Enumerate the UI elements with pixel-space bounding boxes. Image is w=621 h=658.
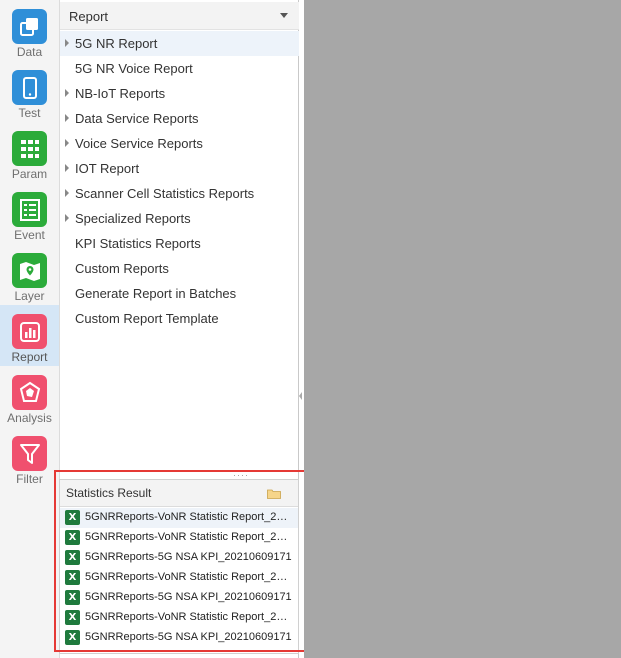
- expand-arrow-icon[interactable]: [65, 214, 69, 222]
- report-chart-icon: [12, 314, 47, 349]
- tree-item-data-service-reports[interactable]: Data Service Reports: [60, 106, 299, 131]
- result-file-name: 5GNRReports-5G NSA KPI_20210609171: [85, 591, 292, 603]
- tree-item-label: Data Service Reports: [75, 111, 199, 126]
- tree-item-label: Custom Report Template: [75, 311, 219, 326]
- expand-arrow-icon[interactable]: [65, 114, 69, 122]
- tree-item-label: Generate Report in Batches: [75, 286, 237, 301]
- splitter-grip-icon[interactable]: ····: [233, 471, 249, 480]
- excel-file-icon: X: [65, 610, 80, 625]
- excel-file-icon: X: [65, 510, 80, 525]
- left-nav-rail: Data Test Param Event Layer Report Analy…: [0, 0, 60, 658]
- tree-item-scanner-cell-statistics-reports[interactable]: Scanner Cell Statistics Reports: [60, 181, 299, 206]
- rail-item-analysis[interactable]: Analysis: [0, 366, 59, 427]
- rail-label: Filter: [16, 472, 43, 486]
- result-file-name: 5GNRReports-VoNR Statistic Report_2021: [85, 511, 293, 523]
- excel-file-icon: X: [65, 590, 80, 605]
- tree-item-iot-report[interactable]: IOT Report: [60, 156, 299, 181]
- rail-label: Event: [14, 228, 45, 242]
- rail-label: Analysis: [7, 411, 52, 425]
- tree-item-5g-nr-voice-report[interactable]: 5G NR Voice Report: [60, 56, 299, 81]
- result-file-name: 5GNRReports-VoNR Statistic Report_2021: [85, 611, 293, 623]
- folder-icon[interactable]: [267, 489, 281, 499]
- tree-item-5g-nr-report[interactable]: 5G NR Report: [60, 31, 299, 56]
- result-file-row[interactable]: X 5GNRReports-VoNR Statistic Report_2021: [60, 528, 298, 548]
- rail-item-data[interactable]: Data: [0, 0, 59, 61]
- filter-icon: [12, 436, 47, 471]
- expand-arrow-icon[interactable]: [65, 139, 69, 147]
- phone-icon: [12, 70, 47, 105]
- expand-arrow-icon[interactable]: [65, 89, 69, 97]
- rail-item-filter[interactable]: Filter: [0, 427, 59, 488]
- statistics-result-panel: Statistics Result X 5GNRReports-VoNR Sta…: [59, 479, 299, 654]
- expand-arrow-icon[interactable]: [65, 39, 69, 47]
- result-file-row[interactable]: X 5GNRReports-VoNR Statistic Report_2021: [60, 608, 298, 628]
- result-file-row[interactable]: X 5GNRReports-5G NSA KPI_20210609171: [60, 628, 298, 648]
- rail-label: Layer: [14, 289, 45, 303]
- tree-item-custom-report-template[interactable]: Custom Report Template: [60, 306, 299, 331]
- rail-label: Param: [11, 167, 48, 181]
- rail-item-layer[interactable]: Layer: [0, 244, 59, 305]
- tree-item-generate-report-in-batches[interactable]: Generate Report in Batches: [60, 281, 299, 306]
- tree-item-custom-reports[interactable]: Custom Reports: [60, 256, 299, 281]
- main-workspace[interactable]: [304, 0, 621, 658]
- excel-file-icon: X: [65, 550, 80, 565]
- rail-label: Data: [16, 45, 43, 59]
- tree-item-voice-service-reports[interactable]: Voice Service Reports: [60, 131, 299, 156]
- result-file-row[interactable]: X 5GNRReports-5G NSA KPI_20210609171: [60, 588, 298, 608]
- result-file-row[interactable]: X 5GNRReports-VoNR Statistic Report_2021: [60, 508, 298, 528]
- tree-item-label: Scanner Cell Statistics Reports: [75, 186, 255, 201]
- excel-file-icon: X: [65, 630, 80, 645]
- report-panel-header[interactable]: Report: [60, 2, 299, 30]
- rail-item-test[interactable]: Test: [0, 61, 59, 122]
- tree-item-specialized-reports[interactable]: Specialized Reports: [60, 206, 299, 231]
- tree-item-label: Custom Reports: [75, 261, 169, 276]
- tree-item-label: 5G NR Report: [75, 36, 158, 51]
- expand-arrow-icon[interactable]: [65, 164, 69, 172]
- result-file-name: 5GNRReports-VoNR Statistic Report_2021: [85, 571, 293, 583]
- result-file-name: 5GNRReports-5G NSA KPI_20210609171: [85, 551, 292, 563]
- result-file-row[interactable]: X 5GNRReports-5G NSA KPI_20210609171: [60, 548, 298, 568]
- rail-label: Report: [11, 350, 48, 364]
- rail-item-param[interactable]: Param: [0, 122, 59, 183]
- result-file-name: 5GNRReports-VoNR Statistic Report_2021: [85, 531, 293, 543]
- panel-title: Report: [69, 9, 109, 24]
- result-file-row[interactable]: X 5GNRReports-VoNR Statistic Report_2021: [60, 568, 298, 588]
- rail-item-event[interactable]: Event: [0, 183, 59, 244]
- tree-item-label: Voice Service Reports: [75, 136, 203, 151]
- tree-item-label: 5G NR Voice Report: [75, 61, 193, 76]
- tree-item-label: NB-IoT Reports: [75, 86, 166, 101]
- rail-label: Test: [18, 106, 41, 120]
- statistics-result-title: Statistics Result: [66, 486, 152, 500]
- tree-item-label: IOT Report: [75, 161, 140, 176]
- excel-file-icon: X: [65, 530, 80, 545]
- excel-file-icon: X: [65, 570, 80, 585]
- statistics-result-header: Statistics Result: [60, 480, 298, 507]
- tree-item-nb-iot-reports[interactable]: NB-IoT Reports: [60, 81, 299, 106]
- chevron-down-icon[interactable]: [280, 13, 288, 18]
- tree-item-label: Specialized Reports: [75, 211, 191, 226]
- result-file-name: 5GNRReports-5G NSA KPI_20210609171: [85, 631, 292, 643]
- expand-arrow-icon[interactable]: [65, 189, 69, 197]
- analysis-radar-icon: [12, 375, 47, 410]
- map-layer-icon: [12, 253, 47, 288]
- param-grid-icon: [12, 131, 47, 166]
- rail-item-report[interactable]: Report: [0, 305, 59, 366]
- tree-item-label: KPI Statistics Reports: [75, 236, 201, 251]
- event-list-icon: [12, 192, 47, 227]
- data-icon: [12, 9, 47, 44]
- tree-item-kpi-statistics-reports[interactable]: KPI Statistics Reports: [60, 231, 299, 256]
